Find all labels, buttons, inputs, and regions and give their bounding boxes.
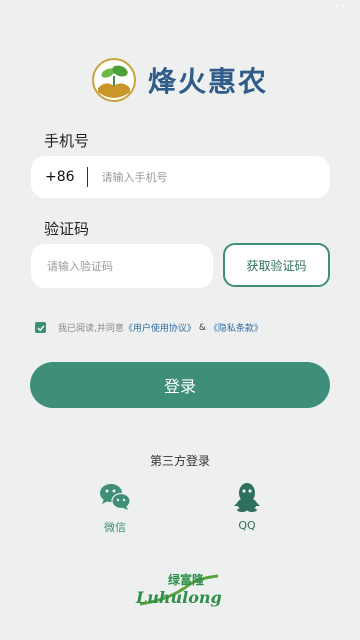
qq-icon — [234, 483, 260, 512]
app-header: 烽火惠农 — [0, 58, 360, 102]
phone-input[interactable] — [99, 169, 314, 185]
privacy-policy-link[interactable]: 《隐私条款》 — [209, 321, 263, 334]
login-button[interactable]: 登录 — [30, 362, 330, 408]
code-label: 验证码 — [44, 220, 90, 238]
app-logo-icon — [91, 58, 136, 102]
status-icons: • • — [334, 2, 346, 11]
brand-logo: 绿富隆 Luhulong — [135, 572, 222, 607]
field-divider — [86, 167, 88, 187]
app-title: 烽火惠农 — [147, 65, 268, 98]
qq-label: QQ — [238, 519, 256, 532]
check-icon — [37, 324, 45, 331]
wechat-login[interactable]: 微信 — [85, 482, 145, 535]
get-code-button[interactable]: 获取验证码 — [223, 243, 330, 287]
phone-field[interactable]: +86 — [31, 156, 330, 198]
country-code[interactable]: +86 — [45, 169, 75, 185]
third-party-title: 第三方登录 — [149, 454, 210, 468]
agreement-amp: & — [198, 322, 206, 333]
wechat-icon — [100, 484, 131, 510]
wechat-label: 微信 — [104, 521, 126, 534]
agreement-text: 我已阅读,并同意 — [58, 324, 124, 334]
svg-text:Luhulong: Luhulong — [135, 588, 222, 607]
qq-login[interactable]: QQ — [217, 482, 277, 532]
user-agreement-link[interactable]: 《用户使用协议》 — [124, 321, 196, 334]
agreement-row: 我已阅读,并同意 《用户使用协议》 & 《隐私条款》 — [35, 321, 263, 334]
svg-text:绿富隆: 绿富隆 — [168, 572, 205, 587]
phone-label: 手机号 — [44, 132, 90, 150]
status-bar: • • — [0, 0, 360, 14]
code-field[interactable] — [31, 244, 213, 288]
code-input[interactable] — [45, 258, 204, 274]
agreement-checkbox[interactable] — [35, 322, 46, 333]
